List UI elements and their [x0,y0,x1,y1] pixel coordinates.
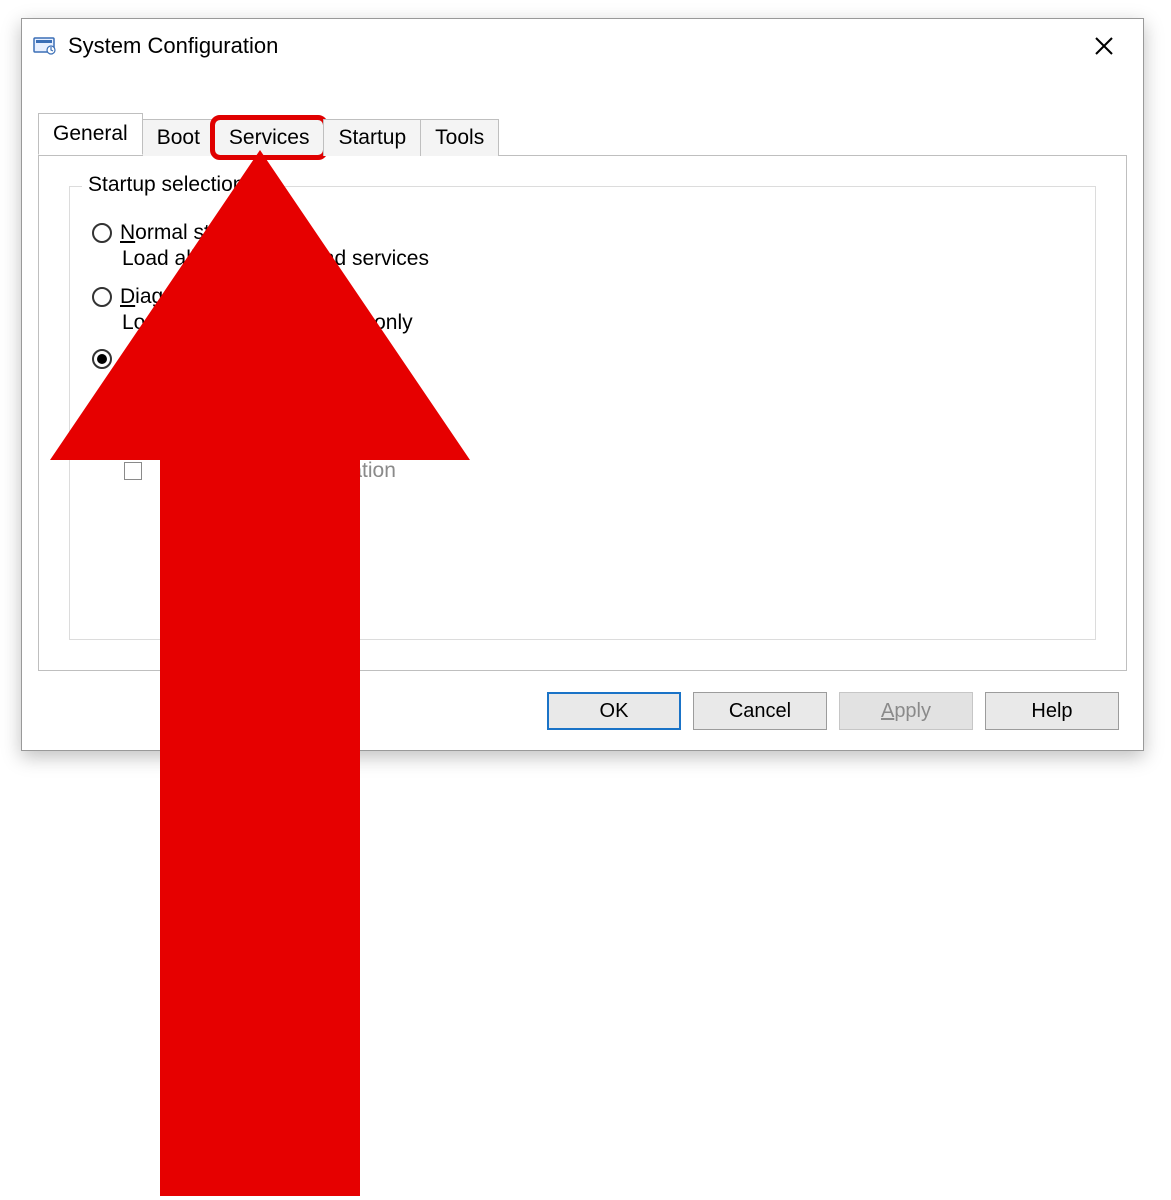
radio-normal-startup[interactable] [92,223,112,243]
checkbox-label-boot-config: figuration [152,459,396,483]
radio-label-normal: Normal startup [120,221,258,245]
startup-selection-group: Startup selection Normal startup Load al… [69,186,1096,640]
tab-row: General Boot Services Startup Tools [38,113,1127,155]
radio-row-selective [92,349,1073,369]
window-title: System Configuration [68,33,1075,59]
tab-general[interactable]: General [38,113,143,155]
radio-label-diagnostic: Diagnostic startup [120,285,288,309]
titlebar: System Configuration [22,19,1143,73]
dialog-button-row: OK Cancel Apply Help [547,692,1119,730]
radio-row-normal: Normal startup [92,221,1073,245]
help-button[interactable]: Help [985,692,1119,730]
radio-row-diagnostic: Diagnostic startup [92,285,1073,309]
radio-desc-normal: Load all d s and services [122,247,1073,271]
msconfig-icon [32,35,58,57]
tabs-container: General Boot Services Startup Tools Star… [38,113,1127,671]
ok-button[interactable]: OK [547,692,681,730]
cancel-button[interactable]: Cancel [693,692,827,730]
tab-tools[interactable]: Tools [420,119,499,156]
tab-panel-general: Startup selection Normal startup Load al… [38,155,1127,671]
radio-selective-startup[interactable] [92,349,112,369]
apply-button[interactable]: Apply [839,692,973,730]
tab-services[interactable]: Services [214,119,325,156]
close-button[interactable] [1075,26,1133,66]
checkbox-boot-config[interactable] [124,462,142,480]
radio-diagnostic-startup[interactable] [92,287,112,307]
group-legend: Startup selection [82,173,250,197]
tab-boot[interactable]: Boot [142,119,215,156]
tab-startup[interactable]: Startup [323,119,421,156]
checkbox-row-boot-config: figuration [124,459,1073,483]
radio-desc-diagnostic: Loa vices only [122,311,1073,335]
close-icon [1094,36,1114,56]
system-configuration-dialog: System Configuration General Boot Servic… [21,18,1144,751]
